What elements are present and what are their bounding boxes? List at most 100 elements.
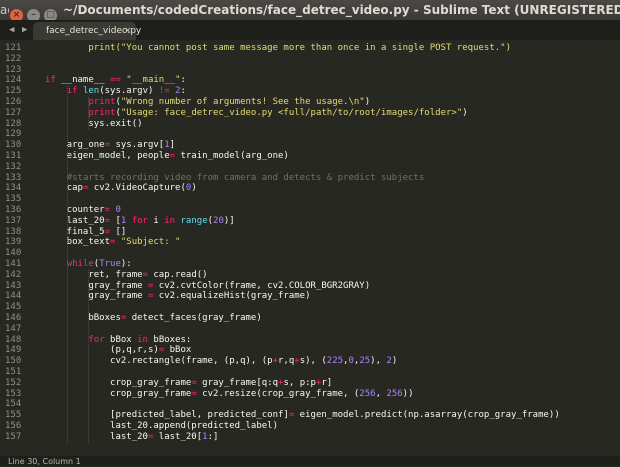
tab-close-icon[interactable]: × <box>124 22 132 40</box>
previous-tab-arrow-icon[interactable]: ◀ <box>9 20 14 40</box>
code-line[interactable]: 122 <box>0 54 620 65</box>
code-line[interactable]: 127 print("Usage: face_detrec_video.py <… <box>0 108 620 119</box>
code-line[interactable]: 149 (p,q,r,s)= bBox <box>0 345 620 356</box>
line-number: 138 <box>5 226 22 237</box>
code-token: sys.argv[ <box>110 140 165 151</box>
line-number: 124 <box>5 75 22 86</box>
code-line[interactable]: 151 <box>0 367 620 378</box>
code-line[interactable]: 153 crop_gray_frame= cv2.resize(crop_gra… <box>0 389 620 400</box>
code-line[interactable]: 157 last_20= last_20[1:] <box>0 432 620 443</box>
code-line[interactable]: 142 ret, frame= cap.read() <box>0 270 620 281</box>
code-line[interactable]: 140 <box>0 248 620 259</box>
code-token: range <box>180 215 208 226</box>
code-token: box_text <box>45 237 111 248</box>
code-token: 225 <box>326 356 344 367</box>
code-line[interactable]: 143 gray_frame = cv2.cvtColor(frame, cv2… <box>0 281 620 292</box>
code-text: bBoxes= detect_faces(gray_frame) <box>45 313 262 324</box>
code-text: box_text= "Subject: " <box>45 237 181 248</box>
line-number: 146 <box>5 313 22 323</box>
line-number: 137 <box>5 215 22 226</box>
code-line[interactable]: 131 eigen_model, people= train_model(arg… <box>0 151 620 162</box>
code-line[interactable]: 133 #starts recording video from camera … <box>0 173 620 184</box>
tab-face-detrec-video[interactable]: face_detrec_video.py × <box>33 22 141 40</box>
code-text: while(True): <box>45 259 132 270</box>
code-line[interactable]: 155 [predicted_label, predicted_conf]= e… <box>0 410 620 421</box>
code-line[interactable]: 121 print("You cannot post same message … <box>0 43 620 54</box>
code-line[interactable]: 125 if len(sys.argv) != 2: <box>0 86 620 97</box>
code-token: cv2.resize(crop_gray_frame, ( <box>196 388 360 399</box>
code-line[interactable]: 135 <box>0 194 620 205</box>
code-line[interactable]: 126 print("Wrong number of arguments! Se… <box>0 97 620 108</box>
code-line[interactable]: 144 gray_frame = cv2.equalizeHist(gray_f… <box>0 291 620 302</box>
code-token: s), ( <box>299 356 327 367</box>
code-token: cap.read() <box>147 269 208 280</box>
line-number: 156 <box>5 421 22 431</box>
code-text: final_5= [] <box>45 226 127 238</box>
code-line[interactable]: 132 <box>0 162 620 173</box>
code-token: if <box>66 86 78 97</box>
code-token: gray_frame <box>45 280 148 291</box>
next-tab-arrow-icon[interactable]: ▶ <box>22 20 27 40</box>
code-token: [] <box>110 226 127 237</box>
code-token: __name__ <box>55 75 111 86</box>
line-number: 141 <box>5 259 22 269</box>
code-line[interactable]: 128 sys.exit() <box>0 119 620 130</box>
code-token: [ <box>110 215 121 226</box>
line-number: 131 <box>5 151 22 161</box>
code-line[interactable]: 150 cv2.rectangle(frame, (p,q), (p+r,q+s… <box>0 356 620 367</box>
line-number: 128 <box>5 118 22 129</box>
code-line[interactable]: 139 box_text= "Subject: " <box>0 237 620 248</box>
code-line[interactable]: 146 bBoxes= detect_faces(gray_frame) <box>0 313 620 324</box>
code-token: [predicted_label, predicted_conf] <box>45 410 289 421</box>
code-line[interactable]: 147 <box>0 324 620 335</box>
code-token: : <box>180 75 186 86</box>
code-text: last_20= [1 for i in range(20)] <box>45 216 235 227</box>
code-token: last_20[ <box>153 431 203 442</box>
code-line[interactable]: 138 final_5= [] <box>0 227 620 238</box>
code-token: bBoxes <box>45 313 121 323</box>
code-line[interactable]: 152 crop_gray_frame= gray_frame[q:q+s, p… <box>0 378 620 389</box>
code-line[interactable]: 123 <box>0 65 620 76</box>
code-token: cv2.equalizeHist(gray_frame) <box>153 291 311 302</box>
code-token: train_model(arg_one) <box>175 151 289 161</box>
code-text: last_20.append(predicted_label) <box>45 421 278 432</box>
line-number: 130 <box>5 140 22 151</box>
code-line[interactable]: 141 while(True): <box>0 259 620 270</box>
line-number: 122 <box>5 53 22 64</box>
code-token: for <box>88 334 105 345</box>
line-number: 134 <box>5 183 22 194</box>
code-token: detect_faces(gray_frame) <box>126 313 262 323</box>
line-number: 125 <box>5 86 22 97</box>
line-number: 135 <box>5 194 22 205</box>
line-number: 126 <box>5 97 22 107</box>
code-token: (sys.argv) <box>99 86 159 97</box>
code-token: ) <box>462 107 468 118</box>
code-token: last_20 <box>45 215 105 226</box>
line-number: 147 <box>5 323 22 334</box>
code-token: ) <box>191 183 197 194</box>
window-title: ~/Documents/codedCreations/face_detrec_v… <box>63 3 620 17</box>
code-token: ): <box>120 259 132 269</box>
code-line[interactable]: 137 last_20= [1 for i in range(20)] <box>0 216 620 227</box>
line-number: 152 <box>5 377 22 388</box>
code-line[interactable]: 130 arg_one= sys.argv[1] <box>0 140 620 151</box>
code-line[interactable]: 124 if __name__ == "__main__": <box>0 75 620 86</box>
code-line[interactable]: 156 last_20.append(predicted_label) <box>0 421 620 432</box>
code-token: "Subject: " <box>120 237 181 248</box>
code-editor[interactable]: 121 print("You cannot post same message … <box>0 40 620 456</box>
code-token: #starts recording video from camera and … <box>66 172 425 183</box>
code-line[interactable]: 136 counter= 0 <box>0 205 620 216</box>
code-line[interactable]: 154 <box>0 399 620 410</box>
code-line[interactable]: 148 for bBox in bBoxes: <box>0 335 620 346</box>
code-token: eigen_model, people <box>45 151 170 161</box>
code-token: True <box>99 259 121 269</box>
code-text: gray_frame = cv2.cvtColor(frame, cv2.COL… <box>45 281 370 292</box>
indent-guide <box>88 97 90 130</box>
line-number: 150 <box>5 356 22 367</box>
code-line[interactable]: 129 <box>0 129 620 140</box>
code-token: bBoxes: <box>147 334 192 345</box>
code-line[interactable]: 145 <box>0 302 620 313</box>
code-line[interactable]: 134 cap= cv2.VideoCapture(0) <box>0 183 620 194</box>
